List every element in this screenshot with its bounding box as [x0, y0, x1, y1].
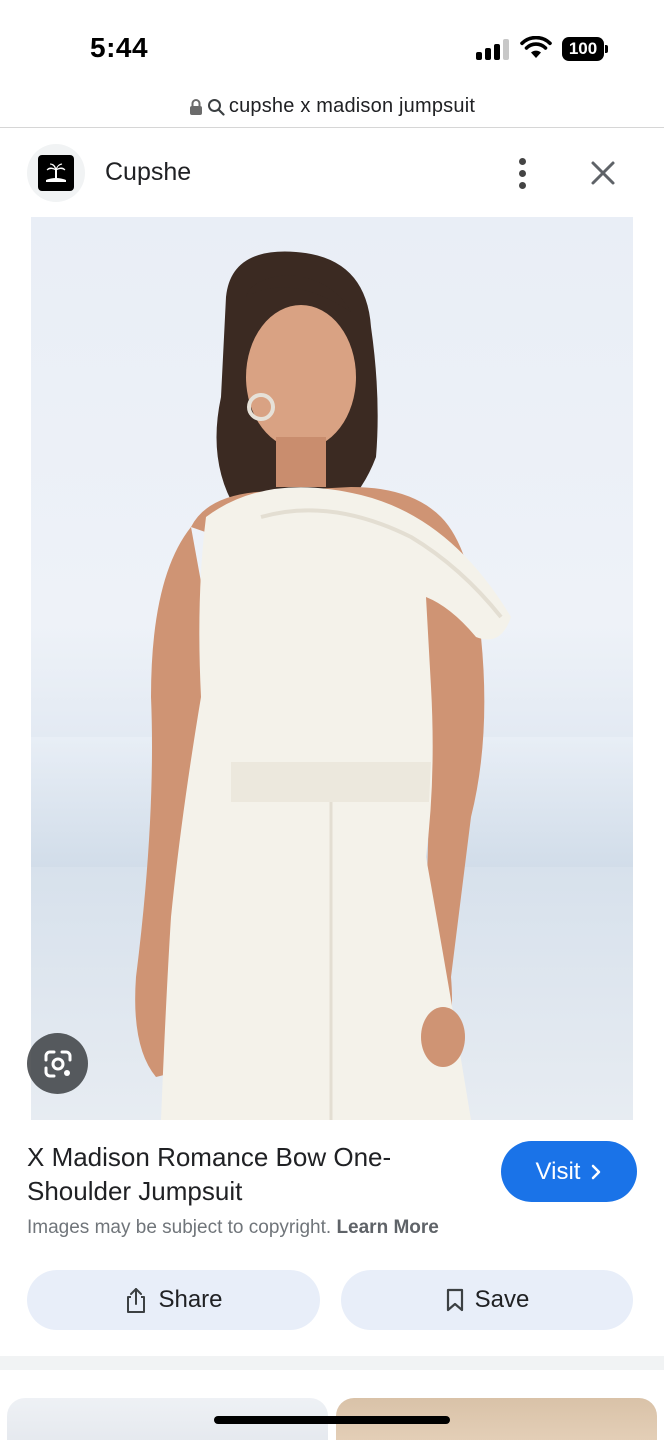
visit-button[interactable]: Visit [501, 1141, 637, 1202]
site-logo-icon[interactable] [27, 144, 85, 202]
battery-nub [605, 45, 608, 53]
url-bar[interactable]: cupshe x madison jumpsuit [0, 86, 664, 128]
result-image-container [0, 217, 664, 1120]
site-name[interactable]: Cupshe [105, 158, 191, 187]
wifi-icon [520, 36, 552, 58]
lens-icon[interactable] [27, 1033, 88, 1094]
result-header: Cupshe [0, 130, 664, 216]
status-bar: 5:44 100 [0, 0, 664, 86]
visit-button-label: Visit [535, 1157, 581, 1185]
more-vert-icon[interactable] [504, 152, 540, 194]
save-button-label: Save [474, 1286, 530, 1313]
section-divider [0, 1356, 664, 1370]
result-title[interactable]: X Madison Romance Bow One-Shoulder Jumps… [27, 1140, 467, 1208]
share-button[interactable]: Share [27, 1270, 320, 1330]
model-illustration [31, 251, 633, 1120]
status-time: 5:44 [90, 32, 149, 63]
battery-icon: 100 [562, 37, 604, 61]
palm-tree-icon [46, 163, 66, 182]
copyright-notice: Images may be subject to copyright. Lear… [27, 1217, 439, 1239]
product-photo[interactable] [31, 217, 633, 1120]
close-icon[interactable] [584, 154, 622, 192]
share-icon [127, 1288, 146, 1313]
related-results [0, 1370, 664, 1440]
save-button[interactable]: Save [341, 1270, 633, 1330]
chevron-right-icon [592, 1164, 601, 1179]
lock-icon [189, 98, 202, 115]
learn-more-link[interactable]: Learn More [336, 1217, 438, 1238]
copyright-text: Images may be subject to copyright. [27, 1217, 332, 1238]
url-query-text: cupshe x madison jumpsuit [228, 95, 476, 117]
result-info-panel: X Madison Romance Bow One-Shoulder Jumps… [0, 1120, 664, 1356]
cellular-signal-icon [476, 38, 510, 60]
share-button-label: Share [158, 1286, 223, 1313]
bookmark-icon [446, 1288, 463, 1312]
lens-glyph-icon [44, 1050, 71, 1077]
home-indicator[interactable] [214, 1416, 450, 1424]
search-icon [207, 98, 225, 116]
